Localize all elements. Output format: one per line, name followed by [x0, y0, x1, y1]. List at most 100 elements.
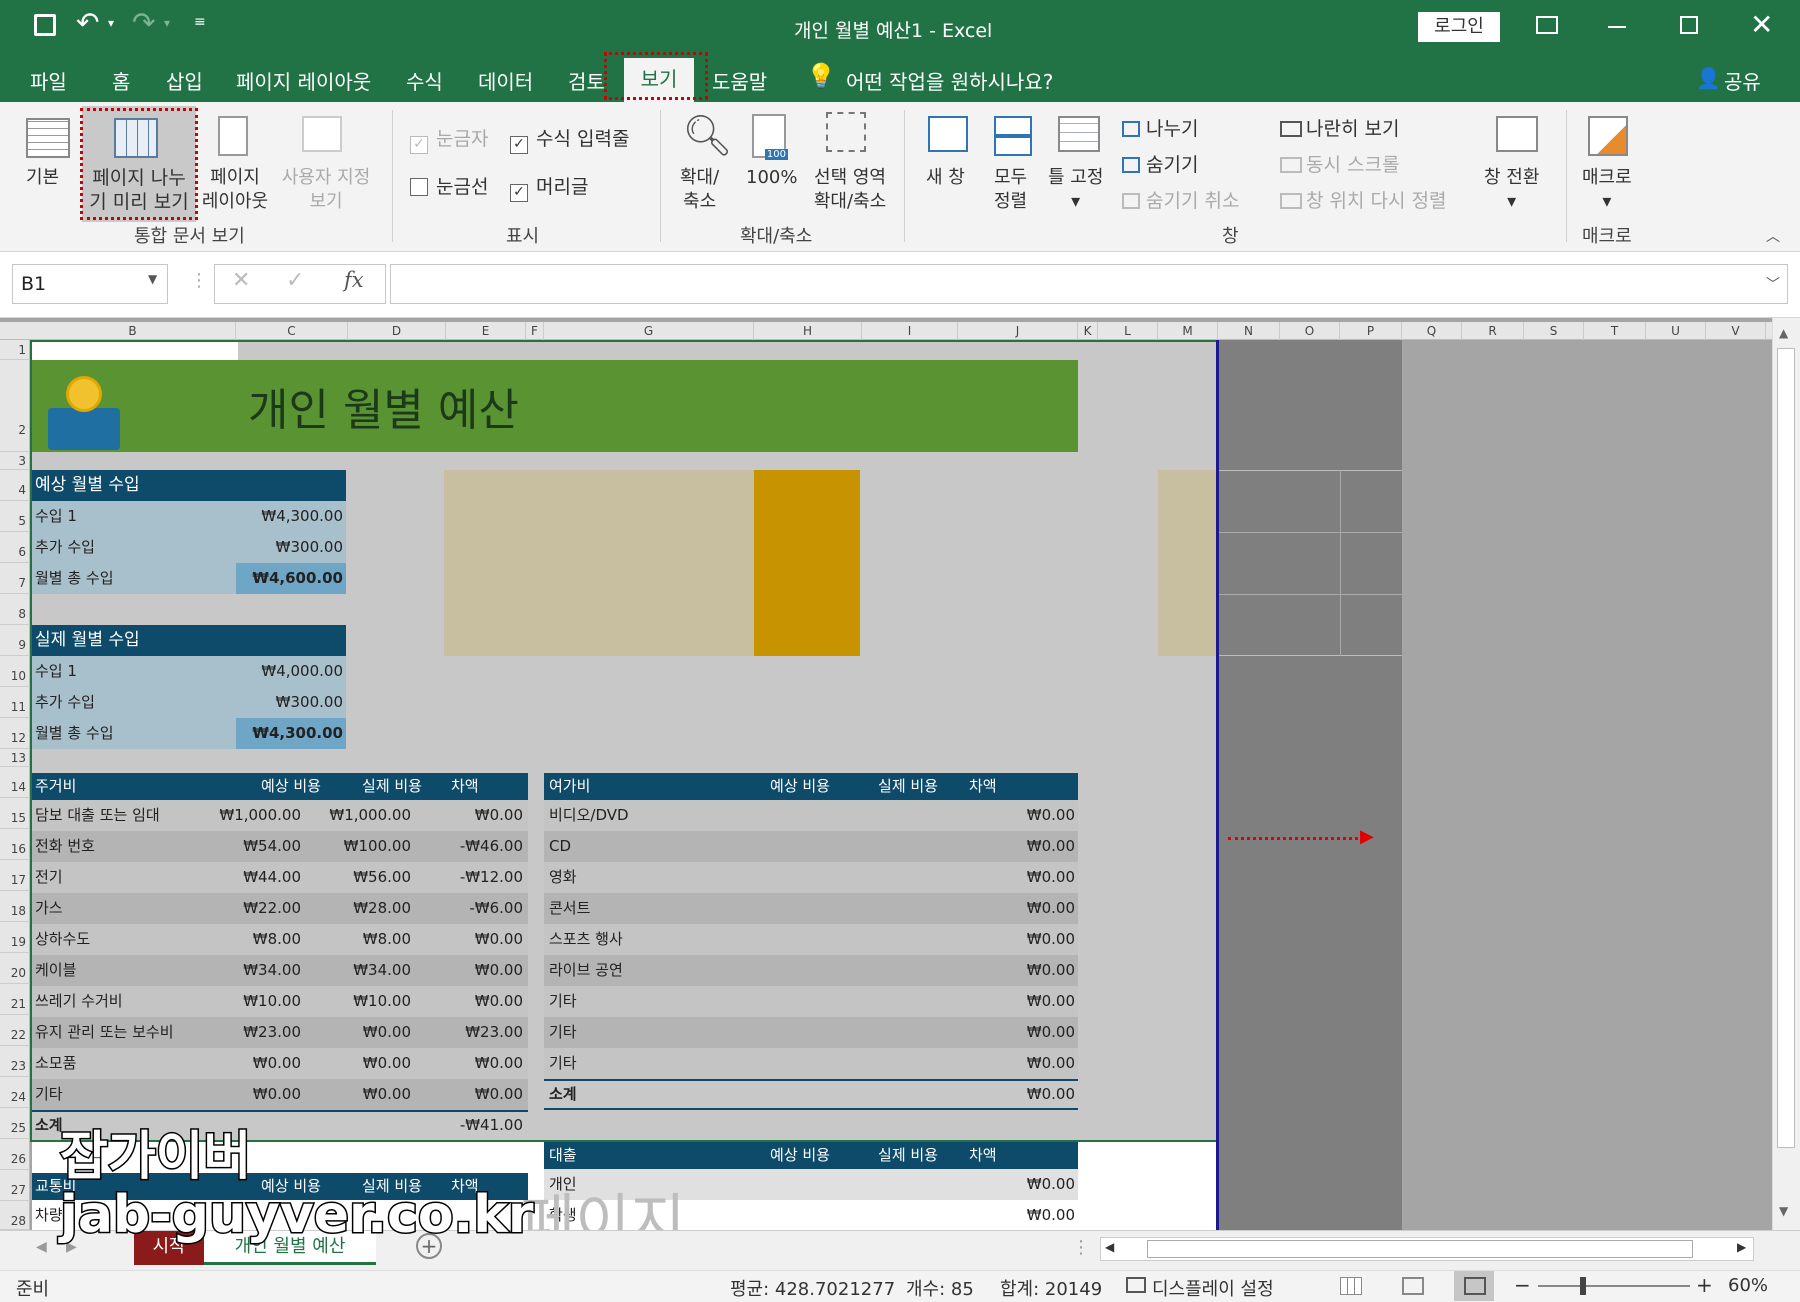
- table-cell[interactable]: ₩0.00: [414, 955, 526, 986]
- row-header[interactable]: 15: [0, 798, 30, 829]
- tab-review[interactable]: 검토: [568, 66, 605, 95]
- row-header[interactable]: 5: [0, 501, 30, 532]
- switch-windows-button[interactable]: 창 전환 ▾: [1484, 166, 1539, 214]
- table-cell[interactable]: ₩0.00: [182, 1048, 304, 1079]
- gridlines-checkbox[interactable]: 눈금선: [410, 172, 488, 199]
- table-cell[interactable]: ₩0.00: [304, 1079, 414, 1110]
- table-cell[interactable]: ₩0.00: [414, 986, 526, 1017]
- table-cell[interactable]: ₩23.00: [414, 1017, 526, 1048]
- scroll-thumb[interactable]: [1777, 348, 1795, 1148]
- tab-help[interactable]: 도움말: [712, 66, 767, 95]
- scroll-left-icon[interactable]: ◀: [1105, 1240, 1114, 1254]
- table-cell[interactable]: ₩0.00: [964, 831, 1078, 862]
- table-cell[interactable]: ₩22.00: [182, 893, 304, 924]
- table-cell[interactable]: ₩0.00: [414, 1048, 526, 1079]
- row-header[interactable]: 1: [0, 340, 30, 360]
- row-label[interactable]: 스포츠 행사: [546, 924, 746, 955]
- column-header[interactable]: S: [1524, 322, 1584, 340]
- freeze-panes-icon[interactable]: [1058, 116, 1100, 152]
- page-layout-view-icon[interactable]: [218, 116, 248, 156]
- more-options-icon[interactable]: ⋮: [190, 270, 208, 291]
- row-header[interactable]: 21: [0, 984, 30, 1015]
- column-header[interactable]: J: [958, 322, 1078, 340]
- column-header[interactable]: E: [446, 322, 526, 340]
- row-label[interactable]: 영화: [546, 862, 746, 893]
- row-header[interactable]: 9: [0, 625, 30, 656]
- view-side-by-side-button[interactable]: 나란히 보기: [1280, 114, 1399, 141]
- table-row[interactable]: 추가 수입: [32, 687, 236, 718]
- column-header[interactable]: L: [1098, 322, 1158, 340]
- switch-windows-icon[interactable]: [1496, 116, 1538, 152]
- row-header[interactable]: 2: [0, 360, 30, 452]
- save-icon[interactable]: [34, 14, 56, 36]
- page-layout-view-button[interactable]: 페이지 레이아웃: [198, 166, 272, 214]
- ribbon-display-icon[interactable]: [1536, 16, 1558, 34]
- column-header[interactable]: B: [30, 322, 236, 340]
- row-header[interactable]: 19: [0, 922, 30, 953]
- table-row[interactable]: 월별 총 수입: [32, 718, 236, 749]
- table-cell[interactable]: ₩0.00: [964, 924, 1078, 955]
- name-box-dropdown-icon[interactable]: ▼: [148, 272, 157, 286]
- zoom-selection-button[interactable]: 선택 영역 확대/축소: [806, 166, 894, 214]
- tab-split-icon[interactable]: ⋮: [1072, 1237, 1090, 1258]
- table-cell[interactable]: ₩0.00: [964, 893, 1078, 924]
- row-label[interactable]: 라이브 공연: [546, 955, 746, 986]
- macros-icon[interactable]: [1588, 116, 1628, 156]
- normal-view-button[interactable]: 기본: [26, 166, 59, 190]
- row-header[interactable]: 3: [0, 452, 30, 470]
- scroll-right-icon[interactable]: ▶: [1737, 1240, 1746, 1254]
- column-header[interactable]: Q: [1402, 322, 1462, 340]
- column-header[interactable]: I: [862, 322, 958, 340]
- status-average[interactable]: 평균: 428.7021277: [730, 1275, 895, 1301]
- column-header[interactable]: C: [236, 322, 348, 340]
- new-window-button[interactable]: 새 창: [926, 166, 965, 190]
- table-cell[interactable]: ₩28.00: [304, 893, 414, 924]
- row-header[interactable]: 23: [0, 1046, 30, 1077]
- table-cell[interactable]: ₩0.00: [964, 862, 1078, 893]
- row-header[interactable]: 14: [0, 767, 30, 798]
- prev-sheet-icon[interactable]: ◀: [36, 1239, 47, 1255]
- table-cell[interactable]: ₩0.00: [964, 1048, 1078, 1079]
- hide-button[interactable]: 숨기기: [1122, 150, 1198, 177]
- share-person-icon[interactable]: 👤: [1696, 66, 1721, 90]
- total-cell[interactable]: ₩4,600.00: [236, 563, 346, 594]
- expand-formula-icon[interactable]: ﹀: [1766, 274, 1780, 294]
- status-sum[interactable]: 합계: 20149: [1000, 1275, 1102, 1301]
- table-row[interactable]: 월별 총 수입: [32, 563, 236, 594]
- zoom-magnifier-icon[interactable]: 🔍︎: [682, 112, 733, 159]
- zoom-100-icon[interactable]: 100: [752, 114, 788, 160]
- row-header[interactable]: 26: [0, 1139, 30, 1170]
- column-header[interactable]: V: [1706, 322, 1766, 340]
- column-header[interactable]: D: [348, 322, 446, 340]
- table-cell[interactable]: -₩12.00: [414, 862, 526, 893]
- zoom-selection-icon[interactable]: [826, 112, 866, 152]
- table-cell[interactable]: ₩0.00: [964, 800, 1078, 831]
- zoom-out-icon[interactable]: −: [1514, 1273, 1531, 1297]
- insert-function-icon[interactable]: fx: [344, 268, 364, 292]
- arrange-all-button[interactable]: 모두 정렬: [994, 166, 1027, 214]
- row-label[interactable]: 기타: [546, 1017, 746, 1048]
- display-settings-button[interactable]: 디스플레이 설정: [1152, 1275, 1274, 1301]
- new-window-icon[interactable]: [928, 116, 968, 152]
- vertical-scrollbar[interactable]: ▲ ▼: [1772, 318, 1800, 1230]
- name-box[interactable]: B1: [12, 264, 168, 304]
- column-header[interactable]: P: [1340, 322, 1402, 340]
- row-label[interactable]: 기타: [546, 986, 746, 1017]
- table-cell[interactable]: ₩0.00: [304, 1017, 414, 1048]
- row-header[interactable]: 13: [0, 749, 30, 767]
- row-header[interactable]: 28: [0, 1201, 30, 1230]
- row-header[interactable]: 11: [0, 687, 30, 718]
- row-header[interactable]: 17: [0, 860, 30, 891]
- customize-qat-icon[interactable]: ≡: [194, 14, 206, 30]
- table-cell[interactable]: ₩1,000.00: [182, 800, 304, 831]
- collapse-ribbon-icon[interactable]: ︿: [1766, 226, 1780, 246]
- normal-view-status-icon[interactable]: [1340, 1277, 1362, 1295]
- table-cell[interactable]: ₩4,300.00: [236, 501, 346, 532]
- row-label[interactable]: CD: [546, 831, 746, 862]
- row-header[interactable]: 27: [0, 1170, 30, 1201]
- table-cell[interactable]: ₩100.00: [304, 831, 414, 862]
- normal-view-icon[interactable]: [26, 118, 70, 158]
- row-header[interactable]: 6: [0, 532, 30, 563]
- display-settings-icon[interactable]: [1126, 1277, 1146, 1293]
- row-header[interactable]: 4: [0, 470, 30, 501]
